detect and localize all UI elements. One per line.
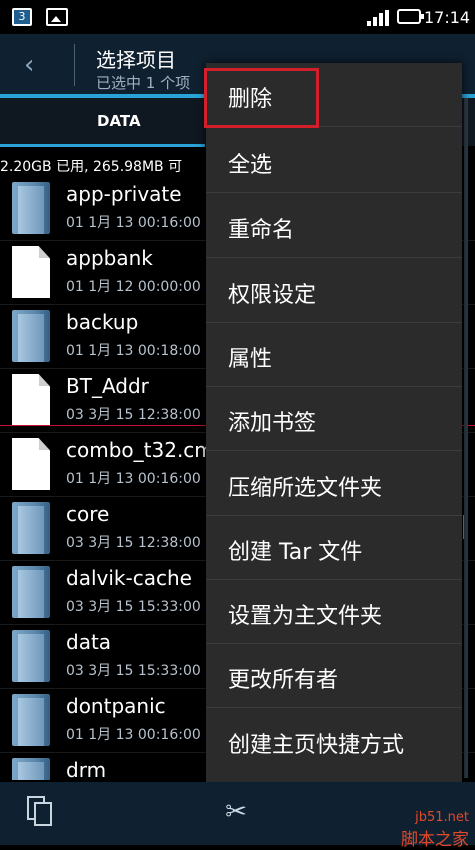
menu-item-label: 属性 xyxy=(228,347,273,372)
menu-item-add-bookmark[interactable]: 添加书签 xyxy=(206,387,462,451)
menu-item-label: 重命名 xyxy=(228,218,295,243)
folder-icon xyxy=(12,630,50,682)
menu-item-label: 压缩所选文件夹 xyxy=(228,476,383,501)
clock: 17:14 xyxy=(424,8,471,27)
file-name: dontpanic xyxy=(66,694,166,718)
file-date: 01 1月 13 00:16:00 xyxy=(66,215,201,231)
chevron-left-icon[interactable]: ‹ xyxy=(24,50,34,80)
file-icon xyxy=(12,438,50,490)
signal-icon xyxy=(367,10,389,26)
file-date: 03 3月 15 12:38:00 xyxy=(66,535,201,551)
menu-item-create-tar[interactable]: 创建 Tar 文件 xyxy=(206,516,462,580)
file-icon xyxy=(12,374,50,426)
status-bar: 3 17:14 xyxy=(0,0,475,34)
image-icon xyxy=(46,8,68,26)
menu-item-rename[interactable]: 重命名 xyxy=(206,194,462,258)
menu-item-label: 全选 xyxy=(228,153,273,178)
file-name: BT_Addr xyxy=(66,374,149,398)
tab-data[interactable]: DATA xyxy=(97,112,141,130)
menu-item-create-shortcut[interactable]: 创建主页快捷方式 xyxy=(206,709,462,773)
menu-item-label: 设置为主文件夹 xyxy=(228,604,383,629)
menu-item-label: 添加书签 xyxy=(228,411,317,436)
menu-item-compress[interactable]: 压缩所选文件夹 xyxy=(206,452,462,516)
folder-icon xyxy=(12,566,50,618)
file-name: drm xyxy=(66,758,107,780)
file-name: dalvik-cache xyxy=(66,566,192,590)
menu-item-select-all[interactable]: 全选 xyxy=(206,129,462,193)
page-title: 选择项目 xyxy=(96,48,176,72)
file-date: 03 3月 15 12:38:00 xyxy=(66,407,201,423)
file-name: core xyxy=(66,502,110,526)
notification-badge-icon: 3 xyxy=(12,8,32,26)
menu-item-set-home[interactable]: 设置为主文件夹 xyxy=(206,580,462,644)
menu-item-change-owner[interactable]: 更改所有者 xyxy=(206,644,462,708)
file-name: data xyxy=(66,630,112,654)
divider xyxy=(74,44,75,86)
file-name: appbank xyxy=(66,246,153,270)
bottom-bar: ✂ jb51.net 脚本之家 xyxy=(0,782,475,850)
watermark: jb51.net 脚本之家 xyxy=(401,810,469,850)
file-date: 01 1月 12 00:00:00 xyxy=(66,279,201,295)
scrollbar[interactable] xyxy=(464,98,468,778)
folder-icon xyxy=(12,694,50,746)
watermark-url: jb51.net xyxy=(415,810,469,825)
menu-item-permissions[interactable]: 权限设定 xyxy=(206,259,462,323)
menu-item-label: 更改所有者 xyxy=(228,668,339,693)
copy-icon[interactable] xyxy=(27,796,53,826)
folder-icon xyxy=(12,502,50,554)
context-menu: 删除 全选 重命名 权限设定 属性 添加书签 压缩所选文件夹 创建 Tar 文件… xyxy=(206,63,462,782)
folder-icon xyxy=(12,182,50,234)
watermark-text: 脚本之家 xyxy=(401,830,469,850)
file-name: app-private xyxy=(66,182,182,206)
file-date: 03 3月 15 15:33:00 xyxy=(66,599,201,615)
folder-icon xyxy=(12,310,50,362)
cut-icon[interactable]: ✂ xyxy=(220,796,252,828)
selection-count: 已选中 1 个项 xyxy=(96,74,191,92)
menu-item-label: 创建 Tar 文件 xyxy=(228,540,363,565)
menu-item-properties[interactable]: 属性 xyxy=(206,323,462,387)
tab-indicator xyxy=(0,144,205,147)
file-date: 01 1月 13 00:18:00 xyxy=(66,343,201,359)
file-name: combo_t32.cm xyxy=(66,438,214,462)
file-icon xyxy=(12,246,50,298)
highlight-box xyxy=(204,68,319,128)
menu-item-label: 权限设定 xyxy=(228,283,317,308)
file-date: 03 3月 15 15:33:00 xyxy=(66,663,201,679)
battery-icon xyxy=(397,9,424,24)
menu-item-label: 创建主页快捷方式 xyxy=(228,733,405,758)
file-name: backup xyxy=(66,310,139,334)
folder-icon xyxy=(12,758,50,780)
file-date: 01 1月 13 00:16:00 xyxy=(66,471,201,487)
file-date: 01 1月 13 00:16:00 xyxy=(66,727,201,743)
